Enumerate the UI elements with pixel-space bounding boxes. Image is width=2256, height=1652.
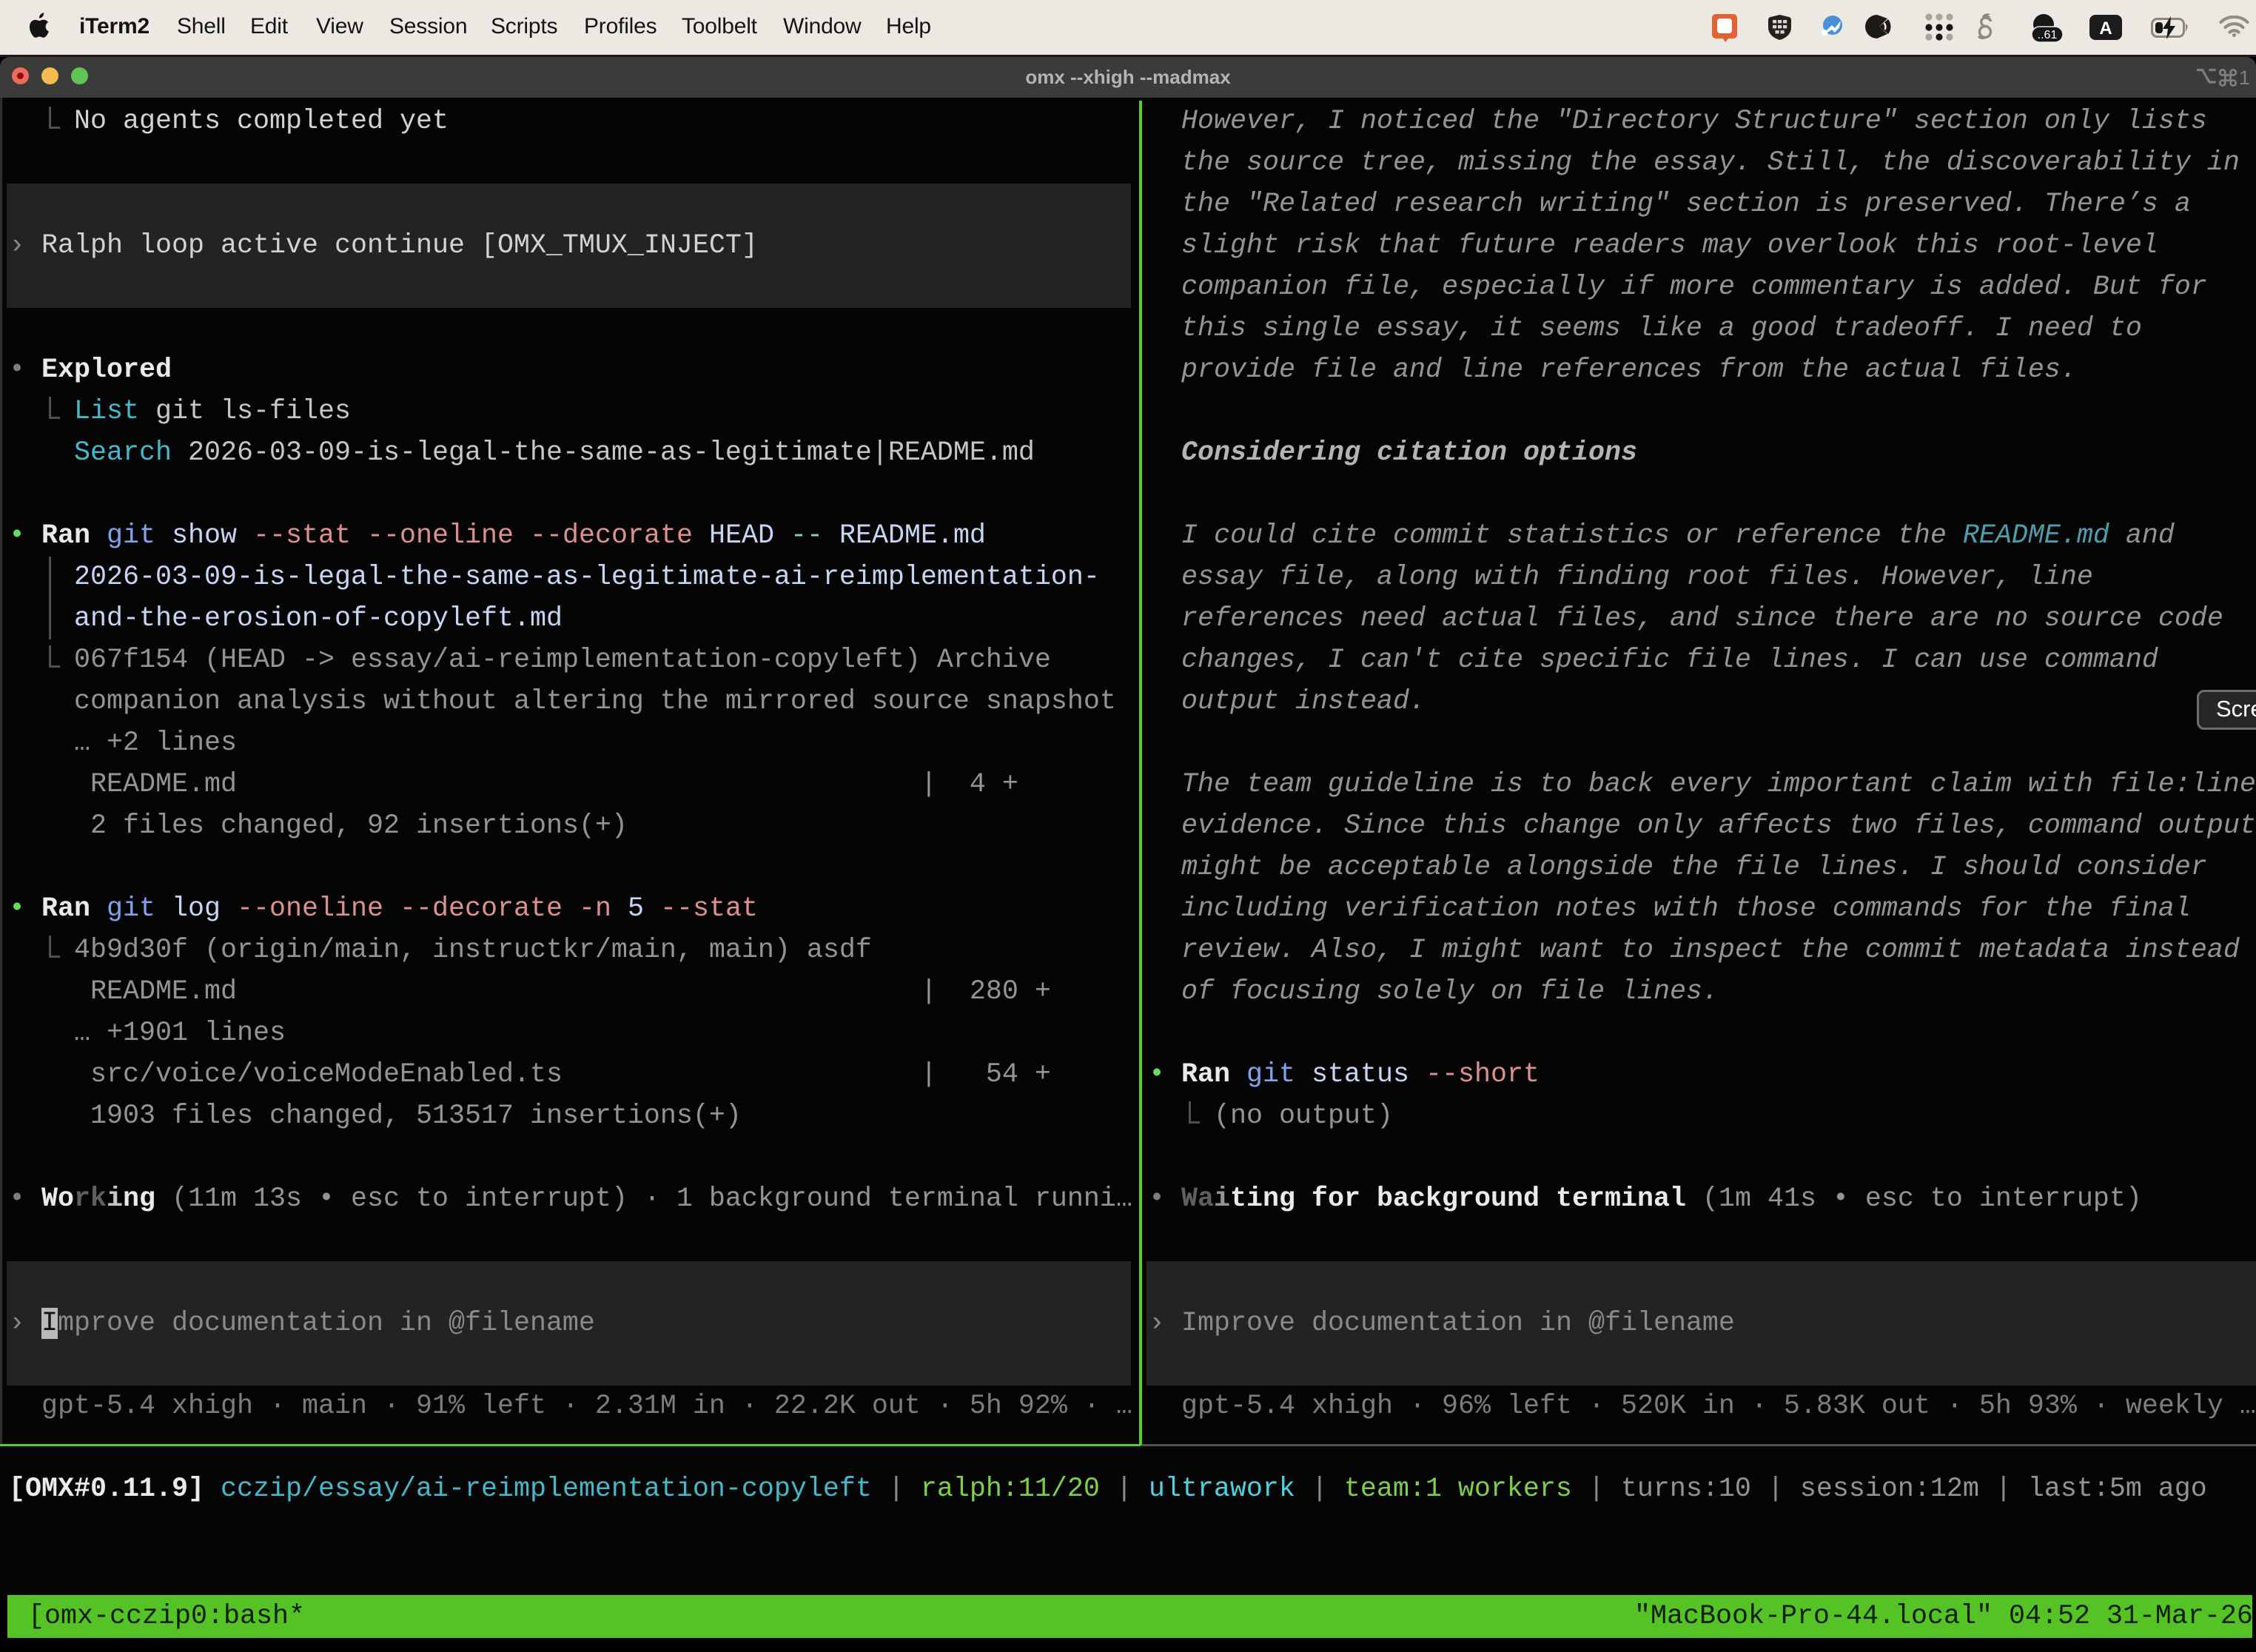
svg-text:1: 1	[2239, 67, 2250, 87]
svg-text:..61: ..61	[2038, 29, 2058, 41]
svg-text:A: A	[2099, 19, 2112, 38]
